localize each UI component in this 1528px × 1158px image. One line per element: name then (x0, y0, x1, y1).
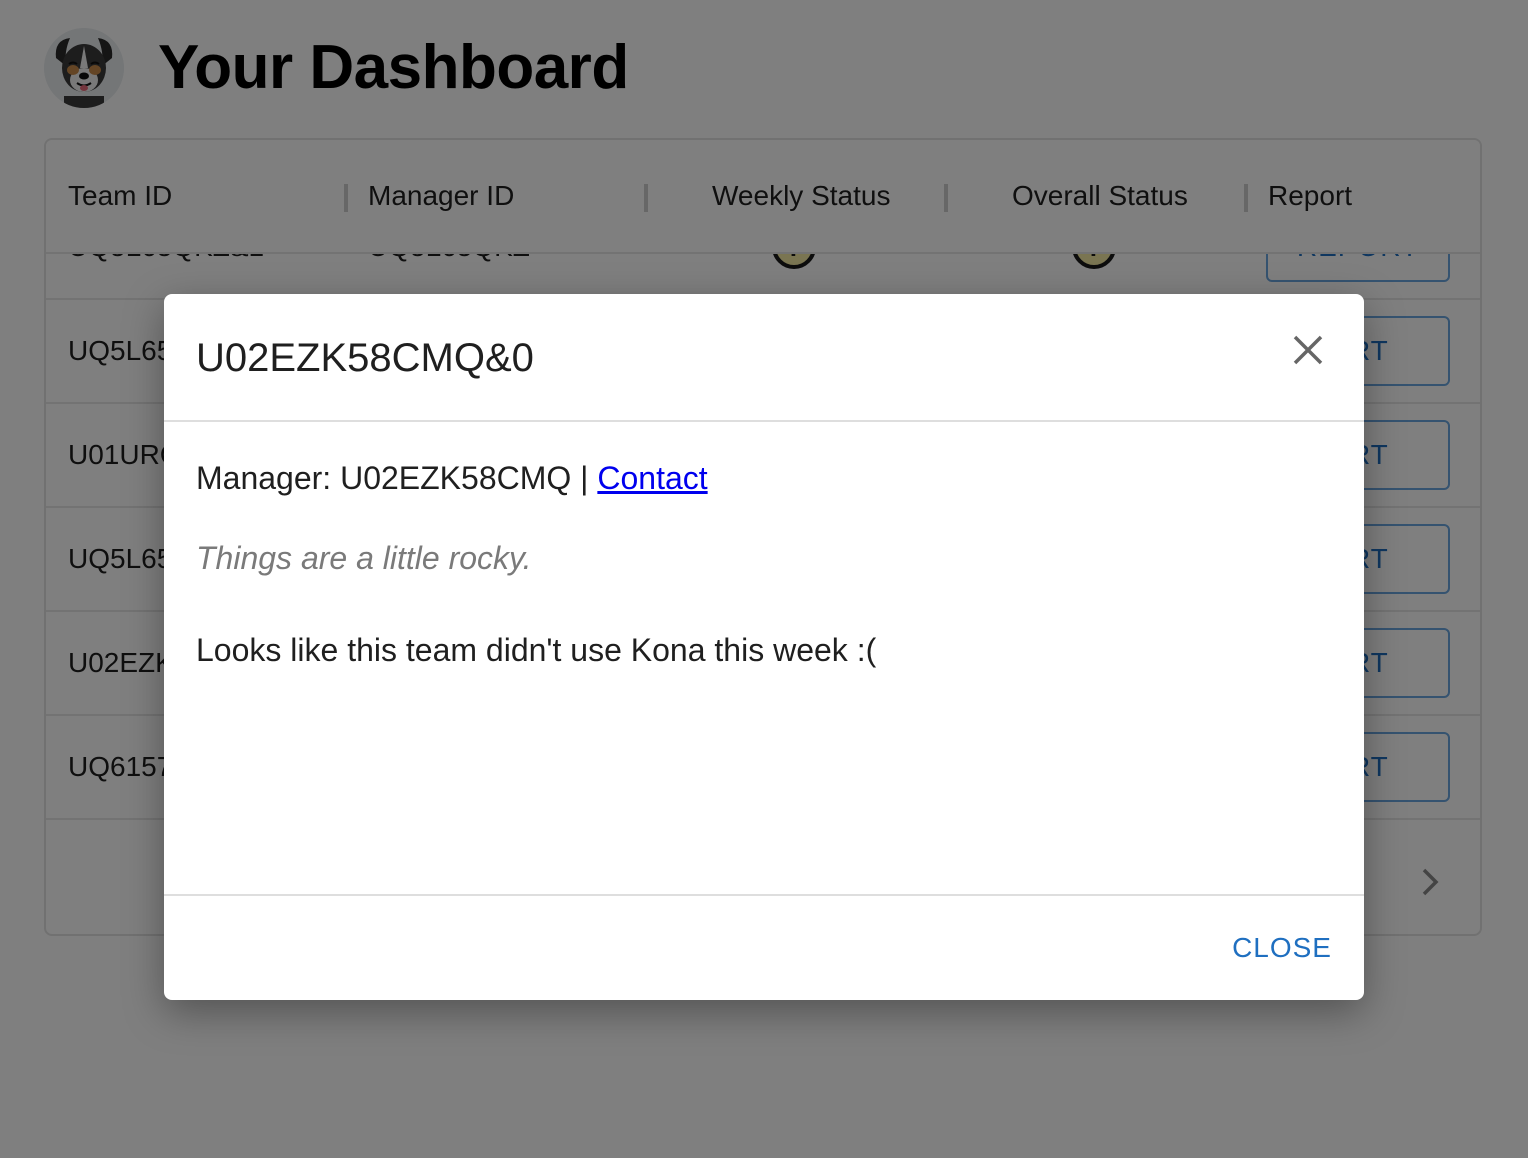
close-icon[interactable] (1288, 330, 1328, 370)
contact-link[interactable]: Contact (597, 460, 707, 496)
dialog-footer: CLOSE (164, 894, 1364, 1000)
usage-message: Looks like this team didn't use Kona thi… (196, 632, 877, 668)
close-graphic (1293, 335, 1323, 365)
dialog-header: U02EZK58CMQ&0 (164, 294, 1364, 422)
manager-info: Manager: U02EZK58CMQ | (196, 460, 598, 496)
dialog-title: U02EZK58CMQ&0 (196, 336, 534, 380)
manager-line: Manager: U02EZK58CMQ | Contact (196, 454, 708, 502)
status-message: Things are a little rocky. (196, 540, 532, 576)
dialog-body: Manager: U02EZK58CMQ | Contact Things ar… (196, 422, 1332, 892)
team-detail-dialog: U02EZK58CMQ&0 Manager: U02EZK58CMQ | Con… (164, 294, 1364, 1000)
dashboard-page: Your Dashboard Team ID Manager ID Weekly… (0, 0, 1528, 1158)
close-button[interactable]: CLOSE (1232, 926, 1332, 970)
